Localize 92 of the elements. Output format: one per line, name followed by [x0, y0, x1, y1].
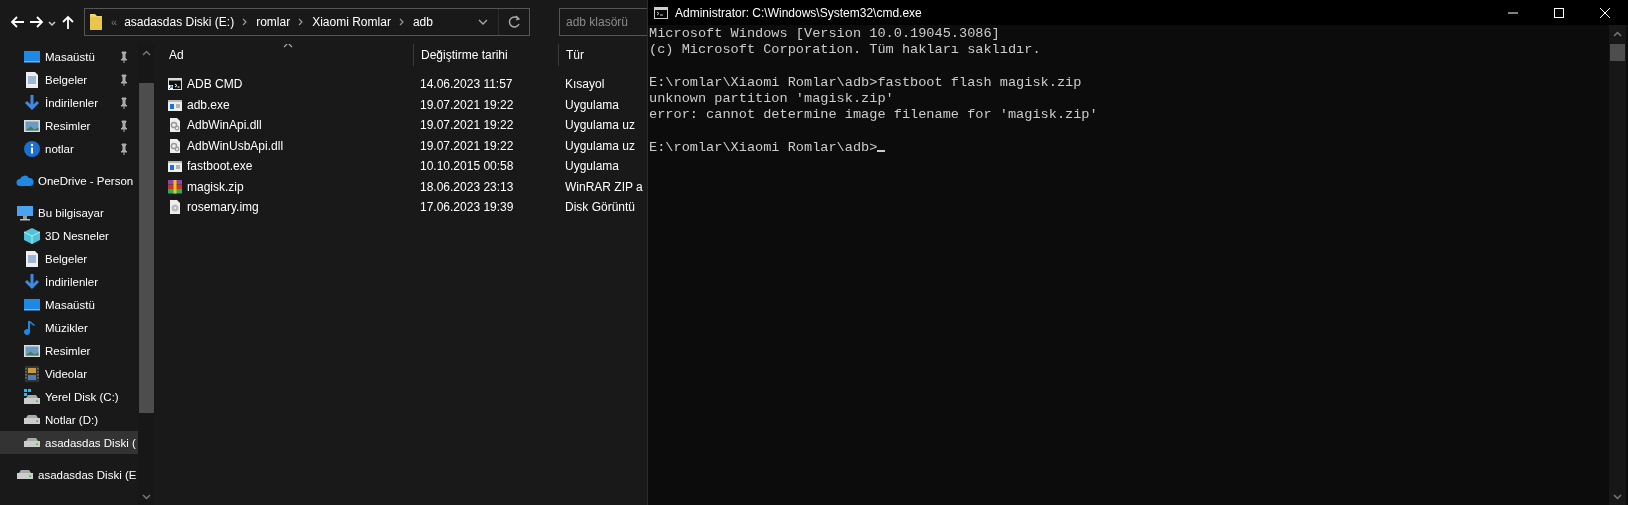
scroll-thumb[interactable]	[1610, 44, 1625, 61]
console-line: error: cannot determine image filename for 'magisk.zip'	[649, 107, 1098, 123]
sidebar-item[interactable]: İndirilenler	[0, 91, 138, 114]
sidebar-item[interactable]: Videolar	[0, 362, 138, 385]
scroll-thumb[interactable]	[139, 83, 154, 413]
sidebar-item[interactable]: Yerel Disk (C:)	[0, 385, 138, 408]
sidebar-item[interactable]: 3D Nesneler	[0, 224, 138, 247]
table-cell-text: 19.07.2021 19:22	[419, 138, 515, 153]
table-cell-text: 19.07.2021 19:22	[419, 97, 515, 112]
file-name[interactable]: magisk.zip	[155, 178, 413, 195]
cube-icon	[23, 226, 41, 245]
sidebar-item[interactable]: İndirilenler	[0, 270, 138, 293]
table-cell-text: Uygulama uz	[564, 138, 636, 153]
table-cell-text: 18.06.2023 23:13	[419, 179, 515, 194]
sidebar-item[interactable]: Resimler	[0, 339, 138, 362]
drive-icon	[23, 414, 41, 425]
drive-icon	[23, 437, 41, 448]
table-cell-text: Kısayol	[564, 77, 605, 92]
sidebar-item[interactable]: asadasdas Diski (E	[0, 463, 138, 486]
file-name[interactable]: rosemary.img	[155, 199, 413, 216]
table-cell-text: Uygulama	[564, 159, 620, 174]
chevron-icon	[298, 18, 305, 26]
scroll-up-icon[interactable]	[142, 49, 151, 56]
sidebar-item[interactable]: Müzikler	[0, 316, 138, 339]
address-bar[interactable]: « asadasdas Diski (E:) romlar Xiaomi Romlar adb	[84, 8, 530, 36]
overflow-chevron[interactable]: «	[111, 16, 118, 28]
drive-icon	[16, 469, 34, 480]
drive-icon	[23, 387, 41, 406]
file-name[interactable]: adb.exe	[155, 96, 413, 113]
file-name[interactable]: AdbWinUsbApi.dll	[155, 137, 413, 154]
sidebar-item[interactable]: OneDrive - Person	[0, 169, 138, 192]
sidebar-item[interactable]: Bu bilgisayar	[0, 201, 138, 224]
sidebar-item[interactable]: Notlar (D:)	[0, 408, 138, 431]
console-line: Microsoft Windows [Version 10.0.19045.3086]	[649, 26, 1000, 41]
forward-icon	[28, 14, 44, 30]
breadcrumb[interactable]: romlar	[256, 15, 291, 29]
up-arrow-icon	[60, 14, 76, 30]
scroll-down-icon[interactable]	[1613, 493, 1622, 500]
table-cell-text: WinRAR ZIP a	[564, 179, 643, 194]
table-cell-text: Uygulama uz	[564, 118, 636, 133]
scrollbar[interactable]	[1609, 25, 1626, 505]
computer-icon	[16, 203, 34, 222]
table-cell-text: Disk Görüntü	[564, 200, 636, 215]
console-line: E:\romlar\Xiaomi Romlar\adb>	[649, 140, 878, 156]
column-header[interactable]: Ad	[155, 44, 413, 66]
sidebar-item[interactable]: Belgeler	[0, 68, 138, 91]
terminal-shortcut-icon	[167, 76, 183, 93]
sidebar-item[interactable]: Masaüstü	[0, 293, 138, 316]
table-cell-text: 14.06.2023 11:57	[419, 77, 514, 92]
disc-file-icon	[167, 199, 183, 216]
column-header[interactable]: Değiştirme tarihi	[413, 44, 558, 66]
console-line: unknown partition 'magisk.zip'	[649, 91, 894, 107]
film-icon	[23, 364, 41, 383]
stacked-books-icon	[167, 178, 183, 195]
chevron-icon	[242, 18, 249, 26]
table-cell-text: 19.07.2021 19:22	[419, 118, 515, 133]
info-icon	[23, 139, 41, 158]
table-cell-text: 10.10.2015 00:58	[419, 159, 515, 174]
application-icon	[167, 158, 183, 175]
close-icon	[1600, 7, 1610, 18]
console-line: (c) Microsoft Corporation. Tüm hakları saklıdır.	[649, 42, 1041, 58]
sidebar-item[interactable]: asadasdas Diski (	[0, 431, 138, 454]
maximize-icon	[1554, 7, 1564, 18]
scroll-up-icon[interactable]	[1613, 30, 1622, 37]
folder-icon	[89, 13, 103, 31]
file-name[interactable]: fastboot.exe	[155, 158, 413, 175]
sidebar-item[interactable]: Resimler	[0, 114, 138, 137]
refresh-icon	[507, 15, 521, 29]
document-icon	[23, 249, 41, 268]
gear-file-icon	[167, 137, 183, 154]
document-icon	[23, 70, 41, 89]
window-title: Administrator: C:\Windows\System32\cmd.exe	[675, 5, 922, 20]
console-line: E:\romlar\Xiaomi Romlar\adb>fastboot flash magisk.zip	[649, 74, 1082, 90]
sidebar-item[interactable]: Belgeler	[0, 247, 138, 270]
down-arrow-icon	[23, 272, 41, 291]
sidebar-item[interactable]: notlar	[0, 137, 138, 160]
table-cell-text: Uygulama	[564, 97, 620, 112]
down-arrow-icon	[23, 93, 41, 112]
gear-file-icon	[167, 117, 183, 134]
file-name[interactable]: AdbWinApi.dll	[155, 117, 413, 134]
back-icon	[10, 14, 26, 30]
breadcrumb[interactable]: Xiaomi Romlar	[312, 15, 391, 29]
scroll-down-icon[interactable]	[142, 493, 151, 500]
search-field[interactable]: adb klasörü	[559, 8, 647, 36]
breadcrumb[interactable]: asadasdas Diski (E:)	[124, 15, 235, 29]
terminal-icon	[654, 6, 668, 19]
caret-icon	[478, 19, 488, 25]
sidebar-item[interactable]: Masaüstü	[0, 45, 138, 68]
chevron-icon	[398, 18, 405, 26]
file-name[interactable]: ADB CMD	[155, 76, 413, 93]
breadcrumb[interactable]: adb	[412, 15, 433, 29]
table-cell-text: 17.06.2023 19:39	[419, 200, 515, 215]
